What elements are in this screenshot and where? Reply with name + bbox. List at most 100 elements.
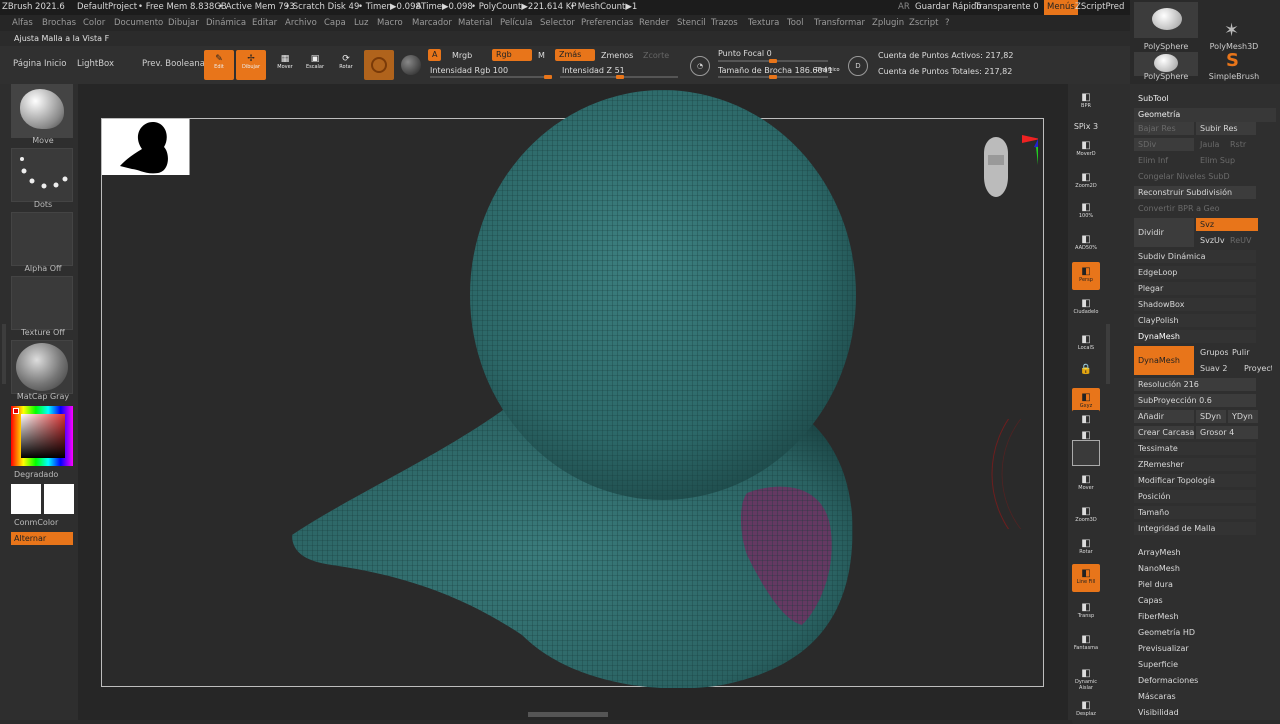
menu-22[interactable]: Zplugin <box>872 18 904 28</box>
menu-9[interactable]: Luz <box>354 18 368 28</box>
left-scroll-handle[interactable] <box>2 324 6 384</box>
secondary-color-swatch[interactable] <box>44 484 74 514</box>
orientation-gizmo[interactable] <box>978 133 1042 203</box>
hd-geometry-subpalette[interactable]: Geometría HD <box>1138 628 1195 637</box>
dynamic-toggle[interactable]: Dinámico <box>816 67 840 73</box>
a-toggle[interactable]: A <box>428 49 442 61</box>
perspective-button[interactable]: ◧ Persp <box>1072 262 1100 290</box>
menu-4[interactable]: Dibujar <box>168 18 199 28</box>
preview-subpalette[interactable]: Previsualizar <box>1138 644 1189 653</box>
shadowbox-subpalette[interactable]: ShadowBox <box>1134 298 1256 311</box>
menu-16[interactable]: Render <box>639 18 669 28</box>
higher-res-button[interactable]: Subir Res <box>1196 122 1256 135</box>
blur-slider[interactable]: Suav 2 <box>1196 362 1234 375</box>
mesh-integrity-subpalette[interactable]: Integridad de Malla <box>1134 522 1256 535</box>
quick-save-button[interactable]: Guardar Rápido <box>915 2 982 12</box>
menu-17[interactable]: Stencil <box>677 18 706 28</box>
menu-12[interactable]: Material <box>458 18 493 28</box>
freeze-subdiv-button[interactable]: Congelar Niveles SubD <box>1134 170 1256 183</box>
modify-topology-subpalette[interactable]: Modificar Topología <box>1134 474 1256 487</box>
home-page-button[interactable]: Página Inicio <box>13 59 67 69</box>
subtool-thumb-1[interactable]: PolySphere <box>1134 2 1198 51</box>
tessimate-subpalette[interactable]: Tessimate <box>1134 442 1256 455</box>
masking-subpalette[interactable]: Máscaras <box>1138 692 1176 701</box>
menu-10[interactable]: Macro <box>377 18 403 28</box>
menu-11[interactable]: Marcador <box>412 18 452 28</box>
sdiv-slider[interactable]: SDiv <box>1134 138 1194 151</box>
menu-1[interactable]: Brochas <box>42 18 76 28</box>
surface-subpalette[interactable]: Superficie <box>1138 660 1178 669</box>
stroke-selector[interactable] <box>11 148 73 202</box>
polish-toggle[interactable]: Pulir <box>1228 346 1258 359</box>
rotate-3d-button[interactable]: ◧ Rotar <box>1072 534 1100 562</box>
suv-toggle[interactable]: SvzUv <box>1196 234 1226 247</box>
transparent-button[interactable]: ◧ Transp <box>1072 598 1100 626</box>
menu-20[interactable]: Tool <box>787 18 804 28</box>
resolution-slider[interactable]: Resolución 216 <box>1134 378 1256 391</box>
menu-19[interactable]: Textura <box>748 18 779 28</box>
menu-0[interactable]: Alfas <box>12 18 33 28</box>
local-symmetry-button[interactable]: ◧ LocalS <box>1072 330 1100 358</box>
color-picker[interactable] <box>11 406 73 466</box>
z-intensity-slider[interactable] <box>560 75 678 79</box>
menu-13[interactable]: Película <box>500 18 532 28</box>
menu-24[interactable]: ? <box>945 18 950 28</box>
subtool-thumb-2[interactable]: ✶ PolyMesh3D <box>1202 2 1266 52</box>
claypolish-subpalette[interactable]: ClayPolish <box>1134 314 1256 327</box>
project-toggle[interactable]: Proyect <box>1240 362 1272 375</box>
menu-3[interactable]: Documento <box>114 18 163 28</box>
subtool-thumb-4[interactable]: S SimpleBrush <box>1202 52 1266 82</box>
menu-8[interactable]: Capa <box>324 18 346 28</box>
menu-14[interactable]: Selector <box>540 18 575 28</box>
delete-lower-button[interactable]: Elim Inf <box>1134 154 1194 167</box>
arraymesh-subpalette[interactable]: ArrayMesh <box>1138 548 1181 557</box>
sdyn-button[interactable]: SDyn <box>1196 410 1226 423</box>
fibermesh-subpalette[interactable]: FiberMesh <box>1138 612 1179 621</box>
default-script-button[interactable]: ZScriptPred <box>1075 2 1124 12</box>
layers-subpalette[interactable]: Capas <box>1138 596 1163 605</box>
ghost-button[interactable]: ◧ Fantasma <box>1072 630 1100 658</box>
zoom-3d-button[interactable]: ◧ Zoom3D <box>1072 502 1100 530</box>
groups-toggle[interactable]: Grupos <box>1196 346 1228 359</box>
move-button[interactable]: ▦ Mover <box>270 50 300 80</box>
menu-15[interactable]: Preferencias <box>581 18 633 28</box>
dynamesh-subpalette[interactable]: DynaMesh <box>1134 330 1256 343</box>
focal-shift-slider[interactable] <box>718 59 828 63</box>
rotate-button[interactable]: ⟳ Rotar <box>331 50 361 80</box>
mesh-render[interactable] <box>102 85 1045 688</box>
line-fill-button[interactable]: ◧ Line Fill <box>1072 564 1100 592</box>
menu-18[interactable]: Trazos <box>711 18 738 28</box>
texture-selector[interactable] <box>11 276 73 330</box>
m-toggle[interactable]: M <box>534 50 549 62</box>
material-selector[interactable] <box>11 340 73 394</box>
size-subpalette[interactable]: Tamaño <box>1134 506 1256 519</box>
create-shell-button[interactable]: Crear Carcasa <box>1134 426 1194 439</box>
rstr-button[interactable]: Rstr <box>1226 138 1256 151</box>
alternate-button[interactable]: Alternar <box>11 532 73 545</box>
lower-res-button[interactable]: Bajar Res <box>1134 122 1194 135</box>
actual-size-button[interactable]: ◧ 100% <box>1072 198 1100 226</box>
menus-button[interactable]: Menús <box>1044 0 1078 15</box>
menu-2[interactable]: Color <box>83 18 105 28</box>
geometry-header[interactable]: Geometría <box>1134 108 1276 122</box>
smt-toggle[interactable]: Svz <box>1196 218 1258 231</box>
menu-6[interactable]: Editar <box>252 18 277 28</box>
spix-slider[interactable]: SPix 3 <box>1072 118 1100 131</box>
solo-button[interactable]: ◧ Dynamic Aislar <box>1072 664 1100 692</box>
zremesher-subpalette[interactable]: ZRemesher <box>1134 458 1256 471</box>
lock-icon[interactable]: 🔒 <box>1072 360 1100 388</box>
alpha-selector[interactable] <box>11 212 73 266</box>
zsub-toggle[interactable]: Zmenos <box>597 50 637 62</box>
delete-higher-button[interactable]: Elim Sup <box>1196 154 1256 167</box>
right-scroll-handle[interactable] <box>1106 324 1110 384</box>
zcut-toggle[interactable]: Zcorte <box>639 50 673 62</box>
position-subpalette[interactable]: Posición <box>1134 490 1256 503</box>
move-3d-button[interactable]: ◧ Mover <box>1072 470 1100 498</box>
draw-button[interactable]: ✢ Dibujar <box>236 50 266 80</box>
dynamic-subdiv-subpalette[interactable]: Subdiv Dinámica <box>1134 250 1256 263</box>
edit-button[interactable]: ✎ Edit <box>204 50 234 80</box>
aahalf-button[interactable]: ◧ AAD50% <box>1072 230 1100 258</box>
rgb-toggle[interactable]: Rgb <box>492 49 532 61</box>
subtool-subpalette[interactable]: SubTool <box>1138 94 1169 103</box>
reconstruct-subdiv-button[interactable]: Reconstruir Subdivisión <box>1134 186 1256 199</box>
